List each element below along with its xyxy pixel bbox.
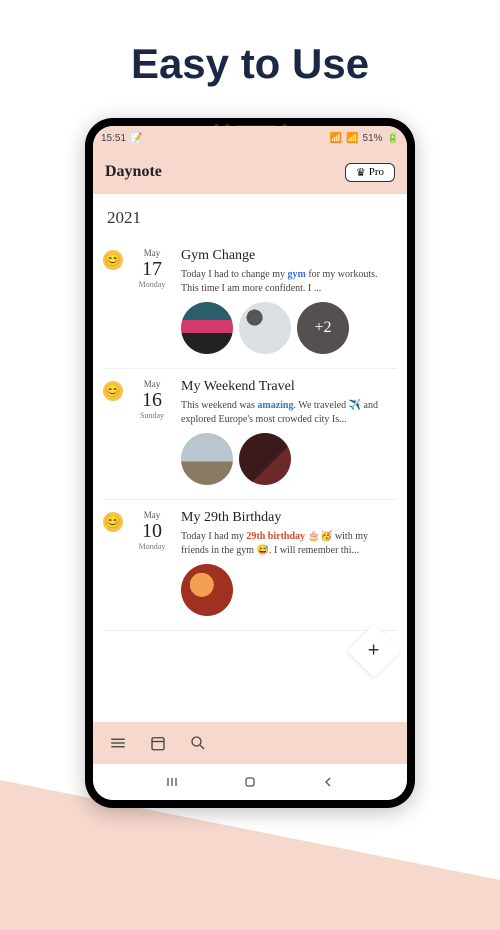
wifi-icon: 📶	[330, 133, 342, 144]
thumbnail[interactable]	[181, 302, 233, 354]
mood-icon: 😊	[103, 250, 123, 270]
entry-text: Today I had my 29th birthday 🎂🥳 with my …	[181, 530, 397, 558]
entry-item[interactable]: 😊 May 17 Monday Gym Change Today I had t…	[103, 238, 397, 369]
entry-date: May 16 Sunday	[131, 379, 173, 485]
plus-icon: +	[368, 640, 380, 663]
promo-title: Easy to Use	[0, 40, 500, 88]
phone-frame: 15:51 📝 📶 📶 51% 🔋 Daynote ♛ Pro 2021 😊	[85, 118, 415, 808]
entry-item[interactable]: 😊 May 16 Sunday My Weekend Travel This w…	[103, 369, 397, 500]
home-icon[interactable]	[242, 774, 258, 790]
signal-icon: 📶	[346, 133, 358, 144]
thumbnail[interactable]	[181, 564, 233, 616]
calendar-icon[interactable]	[149, 734, 167, 752]
note-icon: 📝	[130, 133, 142, 144]
crown-icon: ♛	[356, 166, 366, 179]
entry-text: This weekend was amazing. We traveled ✈️…	[181, 399, 397, 427]
status-time: 15:51	[101, 133, 126, 144]
thumbnail[interactable]	[239, 433, 291, 485]
status-bar: 15:51 📝 📶 📶 51% 🔋	[93, 126, 407, 150]
entry-thumbnails	[181, 433, 397, 485]
app-title: Daynote	[105, 163, 162, 181]
entry-date: May 10 Monday	[131, 510, 173, 616]
mood-icon: 😊	[103, 512, 123, 532]
battery-text: 51%	[363, 133, 383, 144]
entry-thumbnails	[181, 564, 397, 616]
entry-title: My Weekend Travel	[181, 379, 397, 395]
add-entry-button[interactable]: +	[347, 624, 401, 678]
entry-title: Gym Change	[181, 248, 397, 264]
back-icon[interactable]	[320, 774, 336, 790]
recent-apps-icon[interactable]	[164, 774, 180, 790]
entry-thumbnails: +2	[181, 302, 397, 354]
entry-date: May 17 Monday	[131, 248, 173, 354]
entry-text: Today I had to change my gym for my work…	[181, 268, 397, 296]
pro-label: Pro	[369, 166, 384, 178]
battery-icon: 🔋	[387, 133, 399, 144]
year-label: 2021	[107, 208, 397, 228]
thumbnail[interactable]	[239, 302, 291, 354]
search-icon[interactable]	[189, 734, 207, 752]
screen: 15:51 📝 📶 📶 51% 🔋 Daynote ♛ Pro 2021 😊	[93, 126, 407, 800]
entry-title: My 29th Birthday	[181, 510, 397, 526]
pro-button[interactable]: ♛ Pro	[345, 163, 395, 182]
thumbnail[interactable]	[181, 433, 233, 485]
menu-icon[interactable]	[109, 734, 127, 752]
content-area: 2021 😊 May 17 Monday Gym Change Today I …	[93, 194, 407, 722]
thumbnail-more[interactable]: +2	[297, 302, 349, 354]
mood-icon: 😊	[103, 381, 123, 401]
entry-item[interactable]: 😊 May 10 Monday My 29th Birthday Today I…	[103, 500, 397, 631]
device-nav-bar	[93, 764, 407, 800]
app-header: Daynote ♛ Pro	[93, 150, 407, 194]
bottom-toolbar	[93, 722, 407, 764]
